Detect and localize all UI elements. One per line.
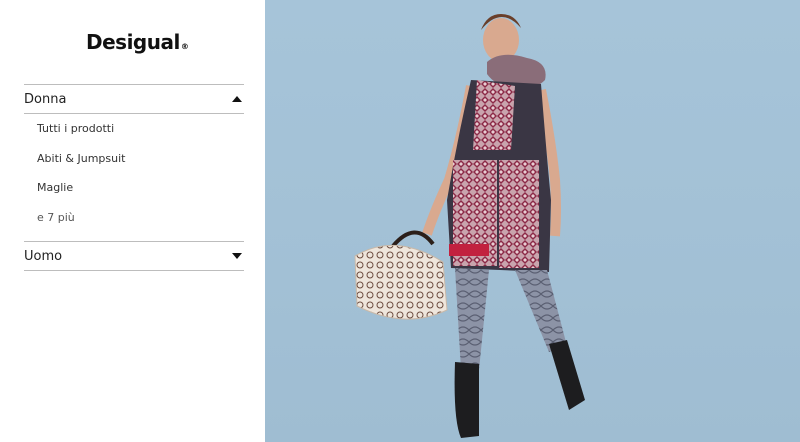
- registered-mark: ®: [180, 42, 189, 51]
- triangle-up-icon: [232, 96, 242, 102]
- section-uomo: Uomo: [24, 241, 244, 271]
- sidebar: Desigual® Donna Tutti i prodotti Abiti &…: [0, 0, 265, 442]
- page: Desigual® Donna Tutti i prodotti Abiti &…: [0, 0, 800, 442]
- brand-logo[interactable]: Desigual®: [86, 30, 189, 54]
- category-menu: Donna Tutti i prodotti Abiti & Jumpsuit …: [24, 84, 244, 271]
- section-label-donna: Donna: [24, 91, 67, 107]
- sub-item-abiti-jumpsuit[interactable]: Abiti & Jumpsuit: [24, 144, 244, 174]
- triangle-down-icon: [232, 253, 242, 259]
- show-more-link[interactable]: e 7 più: [24, 203, 244, 233]
- model-illustration: [354, 14, 585, 438]
- section-header-uomo[interactable]: Uomo: [24, 241, 244, 271]
- model-legs: [454, 268, 585, 438]
- sub-list-donna: Tutti i prodotti Abiti & Jumpsuit Maglie…: [24, 114, 244, 241]
- section-donna: Donna Tutti i prodotti Abiti & Jumpsuit …: [24, 84, 244, 241]
- section-label-uomo: Uomo: [24, 248, 63, 264]
- sub-item-maglie[interactable]: Maglie: [24, 173, 244, 203]
- model-handbag: [354, 230, 448, 320]
- sub-item-tutti-i-prodotti[interactable]: Tutti i prodotti: [24, 114, 244, 144]
- hero-image[interactable]: [265, 0, 800, 442]
- section-header-donna[interactable]: Donna: [24, 84, 244, 114]
- brand-name: Desigual: [86, 30, 180, 54]
